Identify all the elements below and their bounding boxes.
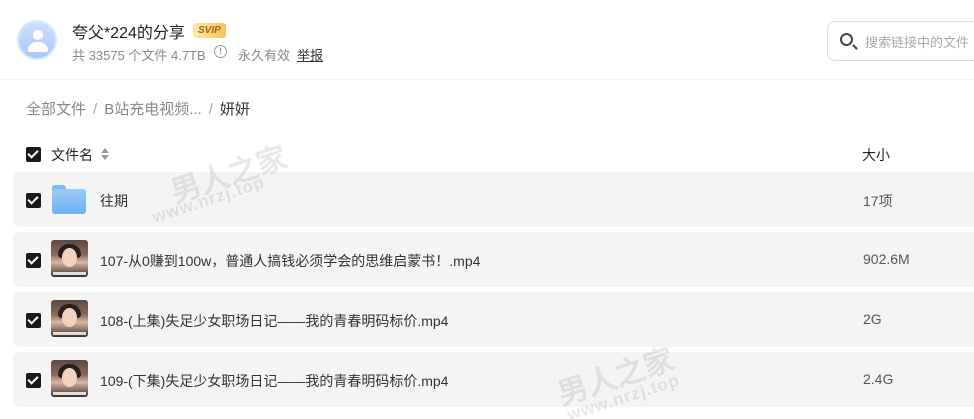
file-name[interactable]: 107-从0赚到100w，普通人搞钱必须学会的思维启蒙书！.mp4 (100, 251, 480, 271)
breadcrumb-item-all-files[interactable]: 全部文件 (26, 101, 86, 118)
validity-text: 永久有效 (238, 48, 291, 63)
file-row[interactable]: 往期 17项 (13, 172, 974, 227)
avatar[interactable] (17, 20, 57, 60)
video-thumbnail (51, 240, 88, 277)
breadcrumb-separator: / (93, 101, 98, 118)
report-link[interactable]: 举报 (297, 45, 323, 64)
video-thumbnail (51, 360, 88, 397)
file-name[interactable]: 往期 (100, 191, 128, 211)
thumb-face (62, 308, 77, 327)
breadcrumb-item-bilibili[interactable]: B站充电视频... (104, 101, 202, 118)
thumb-caption (53, 272, 86, 275)
file-name[interactable]: 109-(下集)失足少女职场日记——我的青春明码标价.mp4 (100, 371, 448, 391)
file-row[interactable]: 107-从0赚到100w，普通人搞钱必须学会的思维启蒙书！.mp4 902.6M (13, 232, 974, 287)
share-meta: 共 33575 个文件 4.7TB (72, 48, 206, 63)
file-size: 2.4G (863, 371, 894, 387)
thumb-face (62, 248, 77, 267)
row-checkbox[interactable] (26, 193, 41, 208)
thumb-face (62, 368, 77, 387)
search-box[interactable] (827, 21, 974, 61)
file-row[interactable]: 109-(下集)失足少女职场日记——我的青春明码标价.mp4 2.4G (13, 352, 974, 407)
file-size: 902.6M (863, 251, 910, 267)
file-row[interactable]: 108-(上集)失足少女职场日记——我的青春明码标价.mp4 2G (13, 292, 974, 347)
search-input[interactable] (865, 32, 974, 52)
avatar-head-shape (33, 30, 43, 40)
file-size: 17项 (863, 193, 893, 209)
row-checkbox[interactable] (26, 253, 41, 268)
row-checkbox[interactable] (26, 313, 41, 328)
share-title: 夸父*224的分享 (72, 25, 185, 42)
folder-icon (52, 185, 86, 214)
thumb-caption (53, 392, 86, 395)
info-icon[interactable]: ! (214, 45, 227, 58)
sort-icon[interactable] (101, 148, 109, 160)
vip-badge: SVIP (193, 23, 226, 38)
video-thumbnail (51, 300, 88, 337)
search-icon[interactable] (840, 33, 853, 46)
row-checkbox[interactable] (26, 373, 41, 388)
column-header-size: 大小 (862, 147, 890, 163)
avatar-body-shape (28, 42, 48, 52)
breadcrumb-separator: / (208, 101, 213, 118)
breadcrumb-item-current: 妍妍 (219, 101, 250, 118)
select-all-checkbox[interactable] (26, 147, 41, 162)
share-header: 夸父*224的分享 SVIP 共 33575 个文件 4.7TB ! 永久有效 … (0, 0, 974, 80)
folder-body (52, 189, 86, 214)
thumb-caption (53, 332, 86, 335)
breadcrumb: 全部文件 / B站充电视频... / 妍妍 (26, 98, 250, 119)
column-header-name[interactable]: 文件名 (51, 145, 93, 165)
file-size: 2G (863, 311, 882, 327)
file-name[interactable]: 108-(上集)失足少女职场日记——我的青春明码标价.mp4 (100, 311, 448, 331)
